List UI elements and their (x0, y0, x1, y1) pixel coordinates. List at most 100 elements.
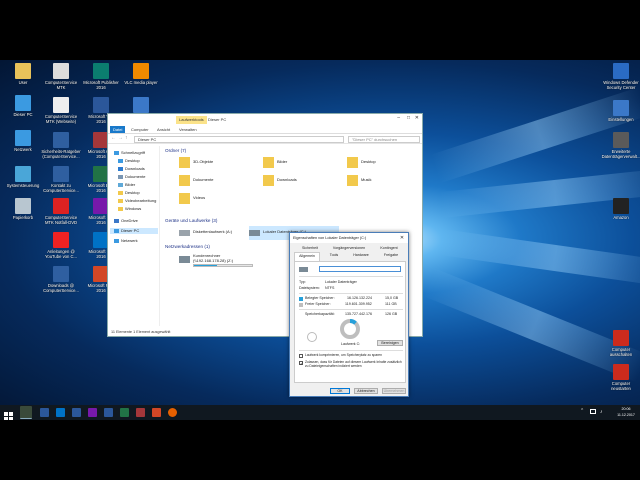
minimize-icon[interactable]: – (397, 115, 400, 121)
folder-tile[interactable]: Videos (179, 192, 239, 206)
maximize-icon[interactable]: □ (407, 115, 410, 121)
tab-computer[interactable]: Computer (128, 126, 152, 133)
folder-tile[interactable]: Dokumente (179, 174, 239, 188)
app-icon (133, 63, 149, 79)
address-bar[interactable]: Dieser PC (134, 136, 344, 143)
desktop-icon[interactable]: Computer neustarten (598, 364, 640, 391)
taskbar-powerpoint-icon[interactable] (152, 408, 161, 417)
drive-a[interactable]: Diskettenlaufwerk (A:) (179, 226, 245, 240)
search-input[interactable]: "Dieser PC" durchsuchen (348, 136, 420, 143)
index-checkbox[interactable]: ✓ (299, 361, 303, 366)
taskbar-word-icon[interactable] (72, 408, 81, 417)
nav-item[interactable]: Downloads (118, 166, 145, 172)
cancel-button[interactable]: Abbrechen (354, 388, 378, 394)
drive-name-input[interactable] (319, 266, 401, 272)
desktop-icon[interactable]: Amazon (598, 198, 640, 220)
forward-icon[interactable]: → (118, 135, 123, 141)
tab-vorgaengerversionen[interactable]: Vorgängerversionen (328, 246, 370, 250)
up-icon[interactable]: ↑ (125, 135, 128, 141)
nav-item[interactable]: Dieser PC (110, 228, 158, 234)
ok-button[interactable]: OK (330, 388, 350, 394)
nav-item[interactable]: Netzwerk (114, 238, 138, 244)
nav-item-label: Videobearbeitung (125, 198, 157, 203)
desktop-icon[interactable]: VLC media player (118, 63, 164, 85)
taskbar-access-icon[interactable] (136, 408, 145, 417)
nav-item[interactable]: Desktop (118, 158, 140, 164)
folder-tile[interactable]: Desktop (347, 156, 407, 170)
nav-item[interactable]: OneDrive (114, 218, 138, 224)
app-icon (613, 63, 629, 79)
folder-label: Dokumente (193, 177, 214, 182)
volume-icon[interactable]: ♪ (600, 409, 603, 415)
hard-drive-icon (249, 230, 260, 236)
capacity-bar (193, 264, 253, 267)
dialog-close-icon[interactable]: ✕ (398, 233, 406, 243)
tab-kontingent[interactable]: Kontingent (374, 246, 404, 250)
group-header-network[interactable]: Netzwerkadressen (1) (165, 244, 210, 249)
tab-ansicht[interactable]: Ansicht (154, 126, 173, 133)
context-tab[interactable]: Laufwerktools (176, 116, 207, 124)
nav-item[interactable]: Windows (118, 206, 141, 212)
letterbox-bottom (0, 420, 640, 480)
dialog-title: Eigenschaften von Lokaler Datenträger (C… (290, 233, 408, 243)
group-header-folders[interactable]: Ordner (7) (165, 148, 186, 153)
tab-sicherheit[interactable]: Sicherheit (296, 246, 324, 250)
app-icon (613, 100, 629, 116)
clock-date[interactable]: 11.12.2017 (614, 413, 638, 417)
taskbar-excel-icon[interactable] (120, 408, 129, 417)
nav-item[interactable]: Desktop (118, 190, 140, 196)
group-header-drives[interactable]: Geräte und Laufwerke (3) (165, 218, 217, 223)
desktop-icon[interactable]: Erweiterte Datenträgerverwalt... (598, 132, 640, 159)
nav-item-icon (114, 150, 119, 155)
tab-verwalten[interactable]: Verwalten (176, 126, 200, 133)
compress-checkbox[interactable] (299, 354, 303, 358)
nav-item-label: Downloads (125, 166, 145, 171)
properties-dialog[interactable]: Eigenschaften von Lokaler Datenträger (C… (289, 232, 409, 397)
back-icon[interactable]: ← (111, 135, 116, 141)
nav-item[interactable]: Schnellzugriff (114, 150, 145, 156)
network-drive-z[interactable]: Kundenrechner (\\192.168.178.28) (Z:) (179, 252, 259, 268)
tab-allgemein[interactable]: Allgemein (294, 252, 320, 261)
app-icon (613, 364, 629, 380)
folder-label: 3D-Objekte (193, 159, 214, 164)
nav-item[interactable]: Dokumente (118, 174, 145, 180)
free-label: Freier Speicher: (305, 302, 331, 306)
taskbar-onenote-icon[interactable] (88, 408, 97, 417)
taskbar-firefox-icon[interactable] (168, 408, 177, 417)
capacity-label: Speicherkapazität: (305, 312, 335, 316)
tab-freigabe[interactable]: Freigabe (378, 253, 404, 257)
folder-tile[interactable]: Downloads (263, 174, 323, 188)
tab-tools[interactable]: Tools (324, 253, 344, 257)
network-icon[interactable] (590, 409, 596, 414)
explorer-titlebar[interactable]: Laufwerktools Dieser PC – □ ✕ (108, 114, 422, 125)
taskbar-word-icon[interactable] (104, 408, 113, 417)
tray-chevron-icon[interactable]: ⌃ (580, 408, 584, 414)
tab-hardware[interactable]: Hardware (348, 253, 374, 257)
folder-icon (263, 175, 274, 186)
taskbar-app-icon[interactable] (40, 408, 49, 417)
nav-item[interactable]: Videobearbeitung (118, 198, 156, 204)
apply-button[interactable]: Übernehmen (382, 388, 406, 394)
address-row: ← → ↑ Dieser PC "Dieser PC" durchsuchen (108, 134, 422, 144)
desktop-icon[interactable]: Einstellungen (598, 100, 640, 122)
folder-tile[interactable]: Bilder (263, 156, 323, 170)
folder-icon (179, 193, 190, 204)
nav-item-icon (114, 238, 119, 243)
start-button[interactable] (4, 408, 13, 421)
folder-tile[interactable]: 3D-Objekte (179, 156, 239, 170)
taskbar-outlook-icon[interactable] (56, 408, 65, 417)
nav-item[interactable]: Bilder (118, 182, 135, 188)
folder-tile[interactable]: Musik (347, 174, 407, 188)
free-gb: 111 GB (385, 302, 397, 306)
app-icon (613, 198, 629, 214)
window-title: Dieser PC (208, 117, 227, 122)
clock-time[interactable]: 20:06 (614, 407, 638, 411)
taskbar-explorer-active[interactable] (20, 406, 32, 419)
close-icon[interactable]: ✕ (415, 115, 419, 121)
cleanup-button[interactable]: Bereinigen (377, 340, 403, 346)
desktop-icon[interactable] (118, 97, 164, 114)
desktop-icon-label: Amazon (613, 215, 629, 220)
desktop-icon[interactable]: Windows Defender Security Center (598, 63, 640, 90)
tab-datei[interactable]: Datei (110, 126, 126, 133)
desktop-icon[interactable]: Computer ausschalten (598, 330, 640, 357)
